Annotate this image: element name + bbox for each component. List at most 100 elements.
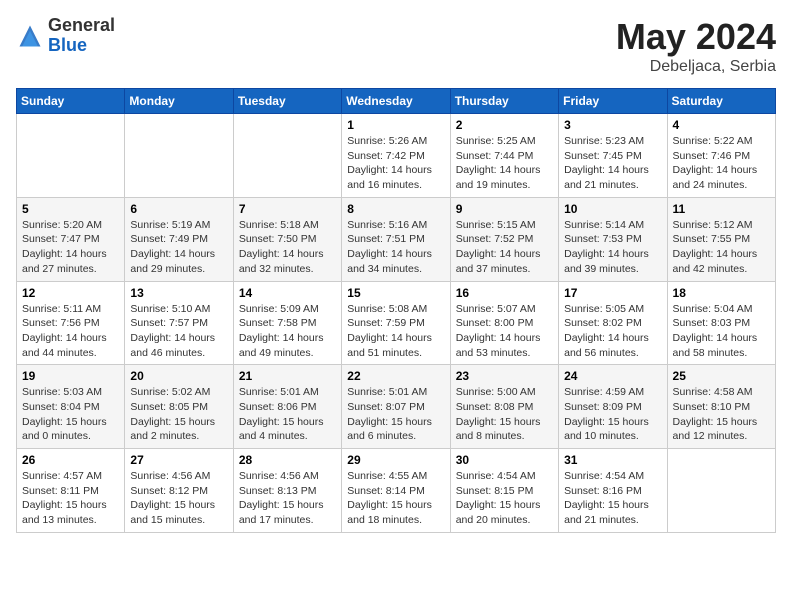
day-info: Sunrise: 4:56 AMSunset: 8:12 PMDaylight:… <box>130 469 227 528</box>
calendar-cell: 9Sunrise: 5:15 AMSunset: 7:52 PMDaylight… <box>450 197 558 281</box>
day-number: 16 <box>456 286 553 300</box>
calendar-cell <box>667 449 775 533</box>
calendar-cell <box>17 114 125 198</box>
calendar-week-row: 26Sunrise: 4:57 AMSunset: 8:11 PMDayligh… <box>17 449 776 533</box>
calendar-cell: 4 Sunrise: 5:22 AMSunset: 7:46 PMDaylight… <box>667 114 775 198</box>
day-number: 24 <box>564 369 661 383</box>
calendar-cell: 20Sunrise: 5:02 AMSunset: 8:05 PMDayligh… <box>125 365 233 449</box>
day-number: 28 <box>239 453 336 467</box>
day-info: Sunrise: 5:19 AMSunset: 7:49 PMDaylight:… <box>130 218 227 277</box>
weekday-header: Saturday <box>667 89 775 114</box>
day-number: 19 <box>22 369 119 383</box>
calendar-week-row: 1 Sunrise: 5:26 AMSunset: 7:42 PMDaylight… <box>17 114 776 198</box>
day-number: 25 <box>673 369 770 383</box>
calendar-cell: 5Sunrise: 5:20 AMSunset: 7:47 PMDaylight… <box>17 197 125 281</box>
calendar-cell: 11Sunrise: 5:12 AMSunset: 7:55 PMDayligh… <box>667 197 775 281</box>
day-number: 9 <box>456 202 553 216</box>
day-number: 10 <box>564 202 661 216</box>
calendar-cell: 15 Sunrise: 5:08 AMSunset: 7:59 PMDayligh… <box>342 281 450 365</box>
day-number: 21 <box>239 369 336 383</box>
day-number: 22 <box>347 369 444 383</box>
weekday-header: Monday <box>125 89 233 114</box>
day-number: 8 <box>347 202 444 216</box>
day-info: Sunrise: 5:11 AMSunset: 7:56 PMDaylight:… <box>22 302 119 361</box>
day-number: 18 <box>673 286 770 300</box>
weekday-header: Sunday <box>17 89 125 114</box>
calendar-table: SundayMondayTuesdayWednesdayThursdayFrid… <box>16 88 776 533</box>
day-number: 13 <box>130 286 227 300</box>
weekday-header-row: SundayMondayTuesdayWednesdayThursdayFrid… <box>17 89 776 114</box>
day-number: 14 <box>239 286 336 300</box>
calendar-cell: 17 Sunrise: 5:05 AMSunset: 8:02 PMDayligh… <box>559 281 667 365</box>
calendar-cell: 30Sunrise: 4:54 AMSunset: 8:15 PMDayligh… <box>450 449 558 533</box>
calendar-cell: 31Sunrise: 4:54 AMSunset: 8:16 PMDayligh… <box>559 449 667 533</box>
day-info: Sunrise: 5:01 AMSunset: 8:07 PMDaylight:… <box>347 385 444 444</box>
day-info: Sunrise: 4:59 AMSunset: 8:09 PMDaylight:… <box>564 385 661 444</box>
day-number: 15 <box>347 286 444 300</box>
logo-blue: Blue <box>48 36 115 56</box>
day-info: Sunrise: 4:57 AMSunset: 8:11 PMDaylight:… <box>22 469 119 528</box>
day-number: 6 <box>130 202 227 216</box>
calendar-cell: 27 Sunrise: 4:56 AMSunset: 8:12 PMDayligh… <box>125 449 233 533</box>
day-number: 12 <box>22 286 119 300</box>
day-number: 5 <box>22 202 119 216</box>
day-info: Sunrise: 5:23 AMSunset: 7:45 PMDaylight:… <box>564 134 661 193</box>
calendar-cell: 28 Sunrise: 4:56 AMSunset: 8:13 PMDayligh… <box>233 449 341 533</box>
day-info: Sunrise: 5:00 AMSunset: 8:08 PMDaylight:… <box>456 385 553 444</box>
day-info: Sunrise: 5:10 AMSunset: 7:57 PMDaylight:… <box>130 302 227 361</box>
day-info: Sunrise: 4:54 AMSunset: 8:15 PMDaylight:… <box>456 469 553 528</box>
calendar-cell: 6 Sunrise: 5:19 AMSunset: 7:49 PMDaylight… <box>125 197 233 281</box>
day-info: Sunrise: 5:16 AMSunset: 7:51 PMDaylight:… <box>347 218 444 277</box>
day-number: 7 <box>239 202 336 216</box>
calendar-cell <box>125 114 233 198</box>
day-info: Sunrise: 4:56 AMSunset: 8:13 PMDaylight:… <box>239 469 336 528</box>
calendar-cell: 8 Sunrise: 5:16 AMSunset: 7:51 PMDaylight… <box>342 197 450 281</box>
logo-general: General <box>48 16 115 36</box>
day-number: 4 <box>673 118 770 132</box>
calendar-cell: 12 Sunrise: 5:11 AMSunset: 7:56 PMDayligh… <box>17 281 125 365</box>
day-number: 17 <box>564 286 661 300</box>
day-info: Sunrise: 5:22 AMSunset: 7:46 PMDaylight:… <box>673 134 770 193</box>
weekday-header: Friday <box>559 89 667 114</box>
day-info: Sunrise: 5:08 AMSunset: 7:59 PMDaylight:… <box>347 302 444 361</box>
weekday-header: Thursday <box>450 89 558 114</box>
day-info: Sunrise: 5:05 AMSunset: 8:02 PMDaylight:… <box>564 302 661 361</box>
weekday-header: Wednesday <box>342 89 450 114</box>
calendar-title: May 2024 <box>616 16 776 58</box>
day-number: 2 <box>456 118 553 132</box>
day-info: Sunrise: 5:25 AMSunset: 7:44 PMDaylight:… <box>456 134 553 193</box>
day-info: Sunrise: 5:26 AMSunset: 7:42 PMDaylight:… <box>347 134 444 193</box>
day-info: Sunrise: 4:55 AMSunset: 8:14 PMDaylight:… <box>347 469 444 528</box>
day-info: Sunrise: 5:03 AMSunset: 8:04 PMDaylight:… <box>22 385 119 444</box>
day-number: 31 <box>564 453 661 467</box>
logo: General Blue <box>16 16 115 56</box>
day-number: 11 <box>673 202 770 216</box>
title-block: May 2024 Debeljaca, Serbia <box>616 16 776 76</box>
calendar-location: Debeljaca, Serbia <box>616 58 776 76</box>
calendar-week-row: 19 Sunrise: 5:03 AMSunset: 8:04 PMDayligh… <box>17 365 776 449</box>
calendar-cell: 3 Sunrise: 5:23 AMSunset: 7:45 PMDaylight… <box>559 114 667 198</box>
calendar-cell: 7Sunrise: 5:18 AMSunset: 7:50 PMDaylight… <box>233 197 341 281</box>
page-header: General Blue May 2024 Debeljaca, Serbia <box>16 16 776 76</box>
day-number: 27 <box>130 453 227 467</box>
logo-text: General Blue <box>48 16 115 56</box>
calendar-cell: 23 Sunrise: 5:00 AMSunset: 8:08 PMDayligh… <box>450 365 558 449</box>
calendar-cell: 18Sunrise: 5:04 AMSunset: 8:03 PMDayligh… <box>667 281 775 365</box>
calendar-week-row: 12 Sunrise: 5:11 AMSunset: 7:56 PMDayligh… <box>17 281 776 365</box>
calendar-cell: 29 Sunrise: 4:55 AMSunset: 8:14 PMDayligh… <box>342 449 450 533</box>
calendar-cell <box>233 114 341 198</box>
calendar-cell: 1 Sunrise: 5:26 AMSunset: 7:42 PMDaylight… <box>342 114 450 198</box>
day-number: 29 <box>347 453 444 467</box>
calendar-cell: 10Sunrise: 5:14 AMSunset: 7:53 PMDayligh… <box>559 197 667 281</box>
day-number: 23 <box>456 369 553 383</box>
day-number: 3 <box>564 118 661 132</box>
logo-icon <box>16 22 44 50</box>
day-info: Sunrise: 5:07 AMSunset: 8:00 PMDaylight:… <box>456 302 553 361</box>
calendar-cell: 14Sunrise: 5:09 AMSunset: 7:58 PMDayligh… <box>233 281 341 365</box>
calendar-cell: 26Sunrise: 4:57 AMSunset: 8:11 PMDayligh… <box>17 449 125 533</box>
weekday-header: Tuesday <box>233 89 341 114</box>
calendar-cell: 2 Sunrise: 5:25 AMSunset: 7:44 PMDaylight… <box>450 114 558 198</box>
calendar-cell: 25 Sunrise: 4:58 AMSunset: 8:10 PMDayligh… <box>667 365 775 449</box>
day-info: Sunrise: 4:58 AMSunset: 8:10 PMDaylight:… <box>673 385 770 444</box>
day-number: 1 <box>347 118 444 132</box>
